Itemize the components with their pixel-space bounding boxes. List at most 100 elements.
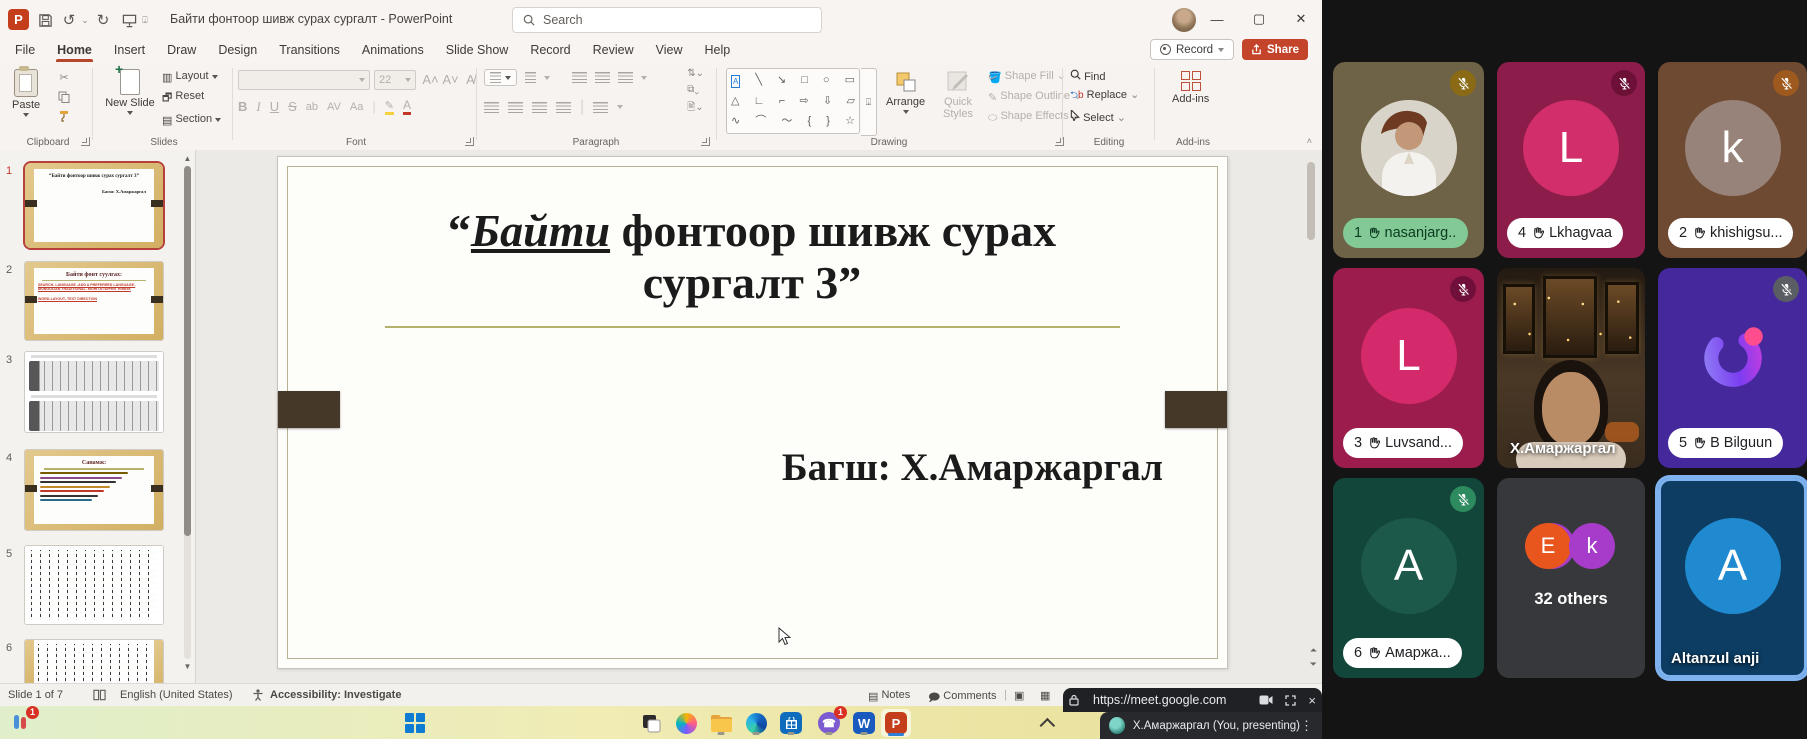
start-button[interactable] xyxy=(402,710,428,736)
start-slideshow-icon[interactable] xyxy=(118,9,140,31)
section-button[interactable]: ▤ Section xyxy=(162,113,221,127)
layout-button[interactable]: ▥ Layout xyxy=(162,70,221,84)
shape-gallery-more-icon[interactable]: ⍗ xyxy=(861,68,877,136)
participant-tile[interactable]: L 4 Lkhagvaa xyxy=(1497,62,1645,258)
participant-tile[interactable]: 1 nasanjarg... xyxy=(1333,62,1484,258)
tab-slide-show[interactable]: Slide Show xyxy=(435,40,520,62)
tab-record[interactable]: Record xyxy=(519,40,581,62)
weather-widget-icon[interactable]: 1 xyxy=(8,710,34,736)
tab-transitions[interactable]: Transitions xyxy=(268,40,351,62)
taskbar-overflow-chevron-icon[interactable] xyxy=(1036,710,1062,736)
text-direction-icon[interactable]: ⇅⌄ xyxy=(687,68,704,79)
slide-title[interactable]: “Байти фонтоор шивж сурах сургалт 3” xyxy=(378,205,1126,309)
camera-icon[interactable] xyxy=(1259,695,1273,705)
highlight-color-icon[interactable]: ✎ xyxy=(385,99,394,115)
redo-icon[interactable]: ↻ xyxy=(92,9,114,31)
slide-sorter-view-icon[interactable]: ▦ xyxy=(1040,689,1050,702)
slide-subtitle[interactable]: Багш: Х.Амаржаргал xyxy=(782,445,1163,490)
quick-styles-button[interactable]: Quick Styles xyxy=(936,70,980,120)
file-explorer-icon[interactable] xyxy=(708,710,734,736)
change-case-icon[interactable]: Aa xyxy=(350,101,363,113)
reset-button[interactable]: 🗗 Reset xyxy=(162,89,221,108)
text-shadow-icon[interactable]: ab xyxy=(306,101,318,113)
save-icon[interactable] xyxy=(34,9,56,31)
font-dialog-launcher-icon[interactable] xyxy=(465,137,474,146)
edge-icon[interactable] xyxy=(743,710,769,736)
tab-help[interactable]: Help xyxy=(693,40,741,62)
undo-dropdown-icon[interactable]: ⌄ xyxy=(80,9,90,31)
participant-tile[interactable]: A 6 Амаржа... xyxy=(1333,478,1484,678)
accessibility-status[interactable]: Accessibility: Investigate xyxy=(270,689,401,701)
copy-icon[interactable] xyxy=(56,89,72,104)
new-slide-button[interactable]: New Slide xyxy=(104,69,156,115)
find-button[interactable]: Find xyxy=(1070,69,1139,83)
participant-tile[interactable]: k E k 32 others xyxy=(1497,478,1645,678)
slide-canvas[interactable]: “Байти фонтоор шивж сурах сургалт 3” Баг… xyxy=(277,156,1228,669)
bullets-button[interactable] xyxy=(484,69,517,86)
thumbnail-scrollbar[interactable]: ▲ ▼ xyxy=(182,152,193,681)
expand-icon[interactable] xyxy=(1285,695,1296,706)
grow-font-icon[interactable]: A˄ xyxy=(422,72,439,87)
participant-tile[interactable]: 5 B Bilguun xyxy=(1658,268,1807,468)
close-icon[interactable]: × xyxy=(1308,693,1316,708)
tab-review[interactable]: Review xyxy=(582,40,645,62)
collapse-ribbon-icon[interactable]: ˄ xyxy=(1307,136,1312,146)
close-button[interactable]: ✕ xyxy=(1280,0,1322,38)
record-button[interactable]: Record xyxy=(1150,39,1234,60)
character-spacing-icon[interactable]: A︎V xyxy=(327,101,341,113)
spellcheck-icon[interactable] xyxy=(93,689,106,704)
tab-draw[interactable]: Draw xyxy=(156,40,207,62)
bold-icon[interactable]: B xyxy=(238,99,247,114)
numbering-icon[interactable] xyxy=(525,72,536,83)
ribbon-search-box[interactable]: Search xyxy=(512,7,822,33)
strikethrough-icon[interactable]: S xyxy=(288,99,297,114)
account-avatar[interactable] xyxy=(1172,8,1196,32)
slide-thumbnail-2[interactable]: Байти фонт суулгах: SEARCH- LANGUAGE -AD… xyxy=(25,262,163,340)
previous-slide-icon[interactable]: ⏶ xyxy=(1310,646,1317,655)
slide-thumbnail-6[interactable] xyxy=(25,640,163,683)
cut-icon[interactable]: ✂ xyxy=(56,70,72,85)
word-icon[interactable]: W xyxy=(851,710,877,736)
italic-icon[interactable]: I xyxy=(256,99,260,115)
normal-view-icon[interactable]: ▣ xyxy=(1014,689,1024,702)
align-left-icon[interactable] xyxy=(484,102,499,113)
powerpoint-taskbar-icon[interactable]: P xyxy=(881,709,911,737)
quick-access-more-icon[interactable]: ⍗ xyxy=(140,9,150,31)
tab-file[interactable]: File xyxy=(4,40,46,62)
align-text-icon[interactable]: ⧉⌄ xyxy=(687,84,704,95)
language-status[interactable]: English (United States) xyxy=(120,689,233,701)
font-color-icon[interactable]: A xyxy=(403,98,411,115)
justify-icon[interactable] xyxy=(556,102,571,113)
more-options-icon[interactable]: ⋮ xyxy=(1300,718,1313,734)
arrange-button[interactable]: Arrange xyxy=(886,70,925,114)
clipboard-dialog-launcher-icon[interactable] xyxy=(81,137,90,146)
meet-pip-url-bar[interactable]: https://meet.google.com × xyxy=(1063,688,1322,712)
addins-button[interactable]: Add-ins xyxy=(1172,71,1209,105)
slide-thumbnail-1[interactable]: “Байти фонтоор шивж сурах сургалт 3”Багш… xyxy=(25,163,163,248)
paste-button[interactable]: Paste xyxy=(12,69,40,117)
copilot-icon[interactable] xyxy=(673,710,699,736)
align-center-icon[interactable] xyxy=(508,102,523,113)
task-view-icon[interactable] xyxy=(638,710,664,736)
line-spacing-icon[interactable] xyxy=(618,72,633,83)
font-size-combo[interactable]: 22 xyxy=(374,70,416,90)
columns-icon[interactable] xyxy=(593,102,608,113)
shape-gallery[interactable]: A╲↘□○▭ △∟⌐⇨⇩▱ ∿⌒～{}☆ xyxy=(726,68,860,134)
tab-insert[interactable]: Insert xyxy=(103,40,156,62)
tab-animations[interactable]: Animations xyxy=(351,40,435,62)
convert-smartart-icon[interactable]: 🖹⌄ xyxy=(687,100,704,117)
slide-thumbnail-3[interactable] xyxy=(25,352,163,432)
tab-view[interactable]: View xyxy=(645,40,694,62)
undo-icon[interactable]: ↺ xyxy=(58,9,80,31)
share-button[interactable]: Share xyxy=(1242,39,1308,60)
select-button[interactable]: Select ⌄ xyxy=(1070,110,1139,124)
microsoft-store-icon[interactable] xyxy=(778,710,804,736)
shrink-font-icon[interactable]: A˅ xyxy=(442,72,459,87)
paragraph-dialog-launcher-icon[interactable] xyxy=(701,137,710,146)
tab-home[interactable]: Home xyxy=(46,40,103,62)
decrease-indent-icon[interactable] xyxy=(572,72,587,83)
meet-presenting-bar[interactable]: Х.Амаржаргал (You, presenting) ⋮ xyxy=(1100,712,1322,739)
slide-thumbnail-5[interactable] xyxy=(25,546,163,624)
increase-indent-icon[interactable] xyxy=(595,72,610,83)
maximize-button[interactable]: ▢ xyxy=(1238,0,1280,38)
